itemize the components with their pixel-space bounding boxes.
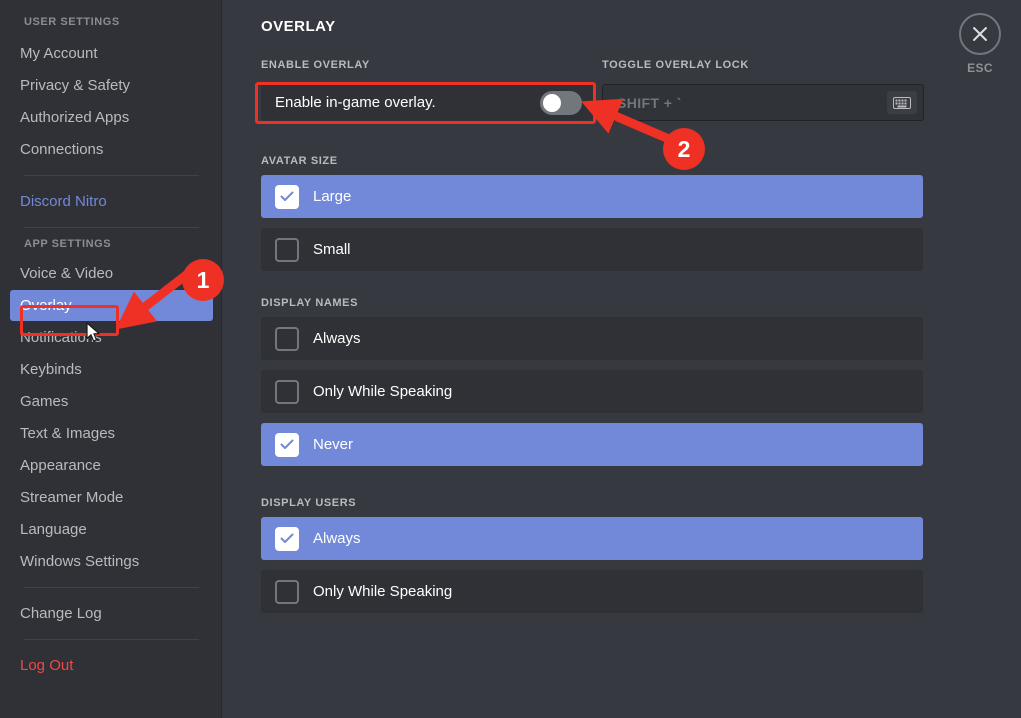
option-label: Large xyxy=(313,188,351,205)
display-users-group: DISPLAY USERS Always Only While Speaking xyxy=(261,497,923,623)
checkbox[interactable] xyxy=(275,527,299,551)
sidebar-item-change-log[interactable]: Change Log xyxy=(10,598,213,629)
sidebar-item-keybinds[interactable]: Keybinds xyxy=(10,354,213,385)
option-label: Never xyxy=(313,436,353,453)
sidebar-item-games[interactable]: Games xyxy=(10,386,213,417)
close-icon[interactable] xyxy=(959,13,1001,55)
sidebar-item-label: Connections xyxy=(20,141,103,158)
option-label: Only While Speaking xyxy=(313,383,452,400)
checkbox[interactable] xyxy=(275,185,299,209)
toggle-overlay-lock-label: TOGGLE OVERLAY LOCK xyxy=(602,59,749,71)
sidebar-item-label: Log Out xyxy=(20,657,73,674)
display-users-label: DISPLAY USERS xyxy=(261,497,923,509)
display-users-option-only-while-speaking[interactable]: Only While Speaking xyxy=(261,570,923,613)
sidebar-item-label: Appearance xyxy=(20,457,101,474)
sidebar-item-windows-settings[interactable]: Windows Settings xyxy=(10,546,213,577)
avatar-size-option-small[interactable]: Small xyxy=(261,228,923,271)
toggle-knob xyxy=(543,94,561,112)
sidebar-divider xyxy=(24,227,199,228)
settings-sidebar: USER SETTINGS My Account Privacy & Safet… xyxy=(0,0,222,718)
sidebar-item-label: Discord Nitro xyxy=(20,193,107,210)
display-names-option-only-while-speaking[interactable]: Only While Speaking xyxy=(261,370,923,413)
sidebar-item-label: Overlay xyxy=(20,297,72,314)
enable-overlay-row-text: Enable in-game overlay. xyxy=(275,94,436,111)
option-label: Always xyxy=(313,530,361,547)
sidebar-item-appearance[interactable]: Appearance xyxy=(10,450,213,481)
sidebar-item-text-images[interactable]: Text & Images xyxy=(10,418,213,449)
enable-overlay-row[interactable]: Enable in-game overlay. xyxy=(261,84,595,121)
sidebar-item-notifications[interactable]: Notifications xyxy=(10,322,213,353)
enable-overlay-label: ENABLE OVERLAY xyxy=(261,59,370,71)
option-label: Only While Speaking xyxy=(313,583,452,600)
sidebar-item-label: Notifications xyxy=(20,329,102,346)
sidebar-item-discord-nitro[interactable]: Discord Nitro xyxy=(10,186,213,217)
checkbox[interactable] xyxy=(275,327,299,351)
display-names-option-always[interactable]: Always xyxy=(261,317,923,360)
sidebar-item-label: Authorized Apps xyxy=(20,109,129,126)
sidebar-item-label: Language xyxy=(20,521,87,538)
option-label: Small xyxy=(313,241,351,258)
sidebar-item-label: Streamer Mode xyxy=(20,489,123,506)
sidebar-item-voice-video[interactable]: Voice & Video xyxy=(10,258,213,289)
option-label: Always xyxy=(313,330,361,347)
discord-settings-window: USER SETTINGS My Account Privacy & Safet… xyxy=(0,0,1021,718)
sidebar-item-label: Change Log xyxy=(20,605,102,622)
sidebar-divider xyxy=(24,587,199,588)
app-settings-header: APP SETTINGS xyxy=(0,238,221,250)
settings-main-panel: OVERLAY ENABLE OVERLAY TOGGLE OVERLAY LO… xyxy=(223,0,1021,718)
sidebar-item-overlay[interactable]: Overlay xyxy=(10,290,213,321)
sidebar-item-my-account[interactable]: My Account xyxy=(10,38,213,69)
sidebar-divider xyxy=(24,639,199,640)
avatar-size-group: AVATAR SIZE Large Small xyxy=(261,155,923,281)
sidebar-divider xyxy=(24,175,199,176)
avatar-size-label: AVATAR SIZE xyxy=(261,155,923,167)
sidebar-item-label: Text & Images xyxy=(20,425,115,442)
close-settings-control[interactable]: ESC xyxy=(953,13,1007,75)
sidebar-item-label: Windows Settings xyxy=(20,553,139,570)
page-title: OVERLAY xyxy=(261,18,336,35)
sidebar-item-authorized-apps[interactable]: Authorized Apps xyxy=(10,102,213,133)
keybind-value: SHIFT + ` xyxy=(617,95,682,111)
sidebar-item-connections[interactable]: Connections xyxy=(10,134,213,165)
overlay-lock-keybind-field[interactable]: SHIFT + ` xyxy=(602,84,924,121)
sidebar-item-log-out[interactable]: Log Out xyxy=(10,650,213,681)
sidebar-item-privacy-safety[interactable]: Privacy & Safety xyxy=(10,70,213,101)
checkbox[interactable] xyxy=(275,580,299,604)
sidebar-item-label: Keybinds xyxy=(20,361,82,378)
display-names-option-never[interactable]: Never xyxy=(261,423,923,466)
enable-overlay-toggle[interactable] xyxy=(540,91,582,115)
display-users-option-always[interactable]: Always xyxy=(261,517,923,560)
esc-label: ESC xyxy=(953,61,1007,75)
user-settings-header: USER SETTINGS xyxy=(0,16,221,28)
display-names-label: DISPLAY NAMES xyxy=(261,297,923,309)
keyboard-icon[interactable] xyxy=(887,91,917,114)
sidebar-item-label: Games xyxy=(20,393,68,410)
sidebar-item-label: My Account xyxy=(20,45,98,62)
checkbox[interactable] xyxy=(275,433,299,457)
checkbox[interactable] xyxy=(275,380,299,404)
display-names-group: DISPLAY NAMES Always Only While Speaking… xyxy=(261,297,923,476)
sidebar-item-language[interactable]: Language xyxy=(10,514,213,545)
avatar-size-option-large[interactable]: Large xyxy=(261,175,923,218)
sidebar-item-streamer-mode[interactable]: Streamer Mode xyxy=(10,482,213,513)
sidebar-item-label: Voice & Video xyxy=(20,265,113,282)
checkbox[interactable] xyxy=(275,238,299,262)
sidebar-item-label: Privacy & Safety xyxy=(20,77,130,94)
